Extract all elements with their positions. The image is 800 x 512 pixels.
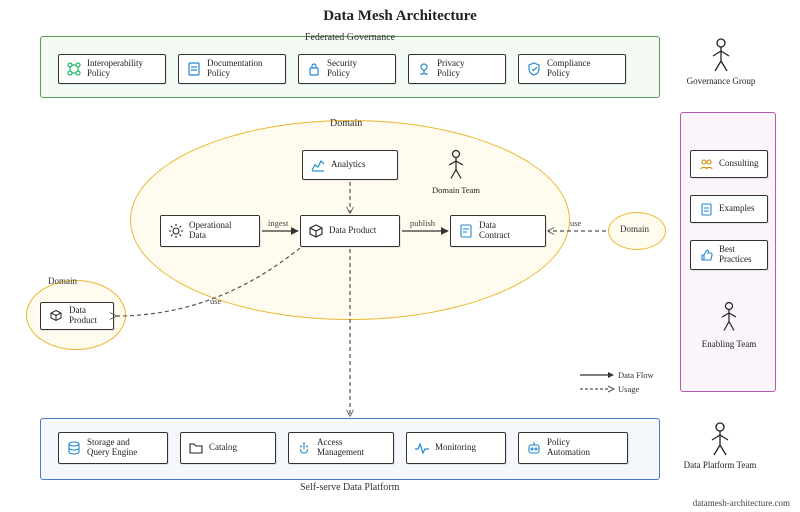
- doc-icon: [185, 60, 203, 78]
- card-label: Access Management: [317, 438, 364, 458]
- legend-usage: Usage: [618, 384, 639, 394]
- card-label: Catalog: [209, 443, 237, 453]
- pulse-icon: [413, 439, 431, 457]
- robot-icon: [525, 439, 543, 457]
- enabling-team-actor: Enabling Team: [698, 300, 760, 349]
- people-icon: [697, 155, 715, 173]
- security-policy-card: Security Policy: [298, 54, 396, 84]
- card-label: Storage and Query Engine: [87, 438, 137, 458]
- domain-label: Domain: [330, 118, 362, 129]
- domain-team-label: Domain Team: [426, 185, 486, 195]
- card-label: Data Product: [69, 306, 97, 326]
- card-label: Analytics: [331, 160, 366, 170]
- lock-icon: [305, 60, 323, 78]
- policy-automation-card: Policy Automation: [518, 432, 628, 464]
- card-label: Monitoring: [435, 443, 476, 453]
- database-icon: [65, 439, 83, 457]
- cube-icon: [307, 222, 325, 240]
- card-label: Examples: [719, 204, 755, 214]
- privacy-policy-card: Privacy Policy: [408, 54, 506, 84]
- clipboard-icon: [697, 200, 715, 218]
- card-label: Interoperability Policy: [87, 59, 143, 79]
- card-label: Best Practices: [719, 245, 751, 265]
- platform-team-actor: Data Platform Team: [680, 420, 760, 470]
- page-title: Data Mesh Architecture: [0, 0, 800, 29]
- data-contract-node: Data Contract: [450, 215, 546, 247]
- card-label: Consulting: [719, 159, 759, 169]
- shield-icon: [525, 60, 543, 78]
- card-label: Data Product: [329, 226, 376, 236]
- data-product-node: Data Product: [300, 215, 400, 247]
- examples-card: Examples: [690, 195, 768, 223]
- thumbs-up-icon: [697, 246, 715, 264]
- governance-team-label: Governance Group: [686, 76, 756, 86]
- operational-data-node: Operational Data: [160, 215, 260, 247]
- platform-team-label: Data Platform Team: [680, 460, 760, 470]
- card-label: Data Contract: [479, 221, 510, 241]
- consulting-card: Consulting: [690, 150, 768, 178]
- ingest-label: ingest: [268, 218, 288, 228]
- use-label-1: use: [570, 218, 581, 228]
- monitoring-card: Monitoring: [406, 432, 506, 464]
- domain-team-actor: Domain Team: [426, 148, 486, 195]
- storage-query-card: Storage and Query Engine: [58, 432, 168, 464]
- catalog-card: Catalog: [180, 432, 276, 464]
- card-label: Policy Automation: [547, 438, 590, 458]
- publish-label: publish: [410, 218, 435, 228]
- chart-icon: [309, 156, 327, 174]
- compliance-policy-card: Compliance Policy: [518, 54, 626, 84]
- platform-label: Self-serve Data Platform: [300, 482, 399, 493]
- card-label: Security Policy: [327, 59, 357, 79]
- governance-group-actor: Governance Group: [686, 36, 756, 86]
- governance-label: Federated Governance: [305, 32, 395, 43]
- external-domain-label: Domain: [48, 276, 77, 286]
- gear-icon: [167, 222, 185, 240]
- access-mgmt-card: Access Management: [288, 432, 394, 464]
- enabling-team-label: Enabling Team: [698, 339, 760, 349]
- analytics-node: Analytics: [302, 150, 398, 180]
- card-label: Compliance Policy: [547, 59, 591, 79]
- interop-icon: [65, 60, 83, 78]
- documentation-policy-card: Documentation Policy: [178, 54, 286, 84]
- touch-icon: [295, 439, 313, 457]
- privacy-icon: [415, 60, 433, 78]
- use-label-2: use: [210, 296, 221, 306]
- contract-icon: [457, 222, 475, 240]
- interoperability-policy-card: Interoperability Policy: [58, 54, 166, 84]
- external-data-product-node: Data Product: [40, 302, 114, 330]
- card-label: Operational Data: [189, 221, 231, 241]
- footer-link: datamesh-architecture.com: [693, 498, 790, 508]
- consumer-domain-label: Domain: [620, 224, 649, 234]
- legend: Data Flow Usage: [580, 370, 675, 394]
- legend-flow: Data Flow: [618, 370, 654, 380]
- folder-icon: [187, 439, 205, 457]
- cube-icon: [47, 307, 65, 325]
- best-practices-card: Best Practices: [690, 240, 768, 270]
- card-label: Privacy Policy: [437, 59, 465, 79]
- card-label: Documentation Policy: [207, 59, 263, 79]
